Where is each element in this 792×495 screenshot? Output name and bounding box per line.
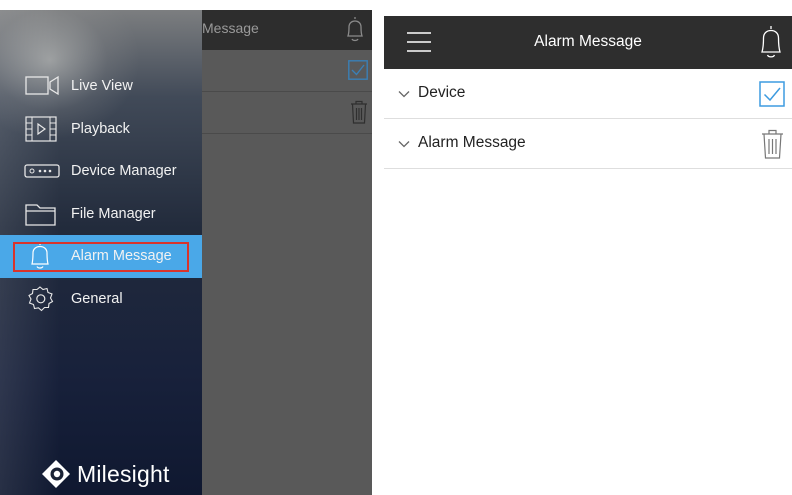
gear-icon [28, 286, 54, 312]
drawer-menu: Live View Playback Device Manager File M… [0, 65, 202, 320]
menu-item-live-view[interactable]: Live View [0, 65, 202, 108]
top-bar: Alarm Message [384, 16, 792, 69]
menu-item-file-manager[interactable]: File Manager [0, 193, 202, 236]
menu-item-label: File Manager [71, 205, 156, 222]
highlight-outline [13, 242, 189, 272]
page-title: Alarm Message [534, 33, 642, 50]
checkbox-icon[interactable] [759, 81, 785, 107]
right-phone-screen: Alarm Message Device Alarm Message [384, 16, 792, 495]
chevron-down-icon [398, 141, 410, 148]
trash-icon[interactable] [761, 129, 784, 159]
menu-item-playback[interactable]: Playback [0, 108, 202, 151]
list-row-alarm-message[interactable]: Alarm Message [384, 119, 792, 169]
menu-item-label: Live View [71, 78, 133, 95]
menu-item-label: General [71, 290, 123, 307]
live-view-icon [25, 76, 59, 96]
folder-icon [25, 204, 56, 226]
bell-icon[interactable] [759, 25, 783, 59]
milesight-logo-icon [42, 460, 70, 488]
navigation-drawer: Live View Playback Device Manager File M… [0, 10, 202, 495]
menu-item-general[interactable]: General [0, 278, 202, 321]
caption-strip [0, 0, 792, 10]
menu-item-label: Playback [71, 120, 130, 137]
background-title: Message [202, 20, 259, 36]
background-row-device [200, 50, 372, 92]
background-checkbox-icon [348, 60, 368, 80]
background-row-alarm [200, 92, 372, 134]
menu-item-device-manager[interactable]: Device Manager [0, 150, 202, 193]
left-phone-screen: Message Live View Playback Device Manage… [0, 10, 372, 495]
device-manager-icon [24, 164, 60, 178]
playback-icon [25, 116, 57, 142]
row-label: Alarm Message [418, 134, 526, 151]
background-bell-icon [347, 17, 363, 42]
chevron-down-icon [398, 91, 410, 98]
row-label: Device [418, 84, 466, 101]
brand-logo: Milesight [40, 458, 170, 490]
background-trash-icon [351, 100, 367, 124]
list-row-device[interactable]: Device [384, 69, 792, 119]
menu-item-label: Device Manager [71, 163, 177, 180]
brand-name: Milesight [77, 460, 170, 487]
